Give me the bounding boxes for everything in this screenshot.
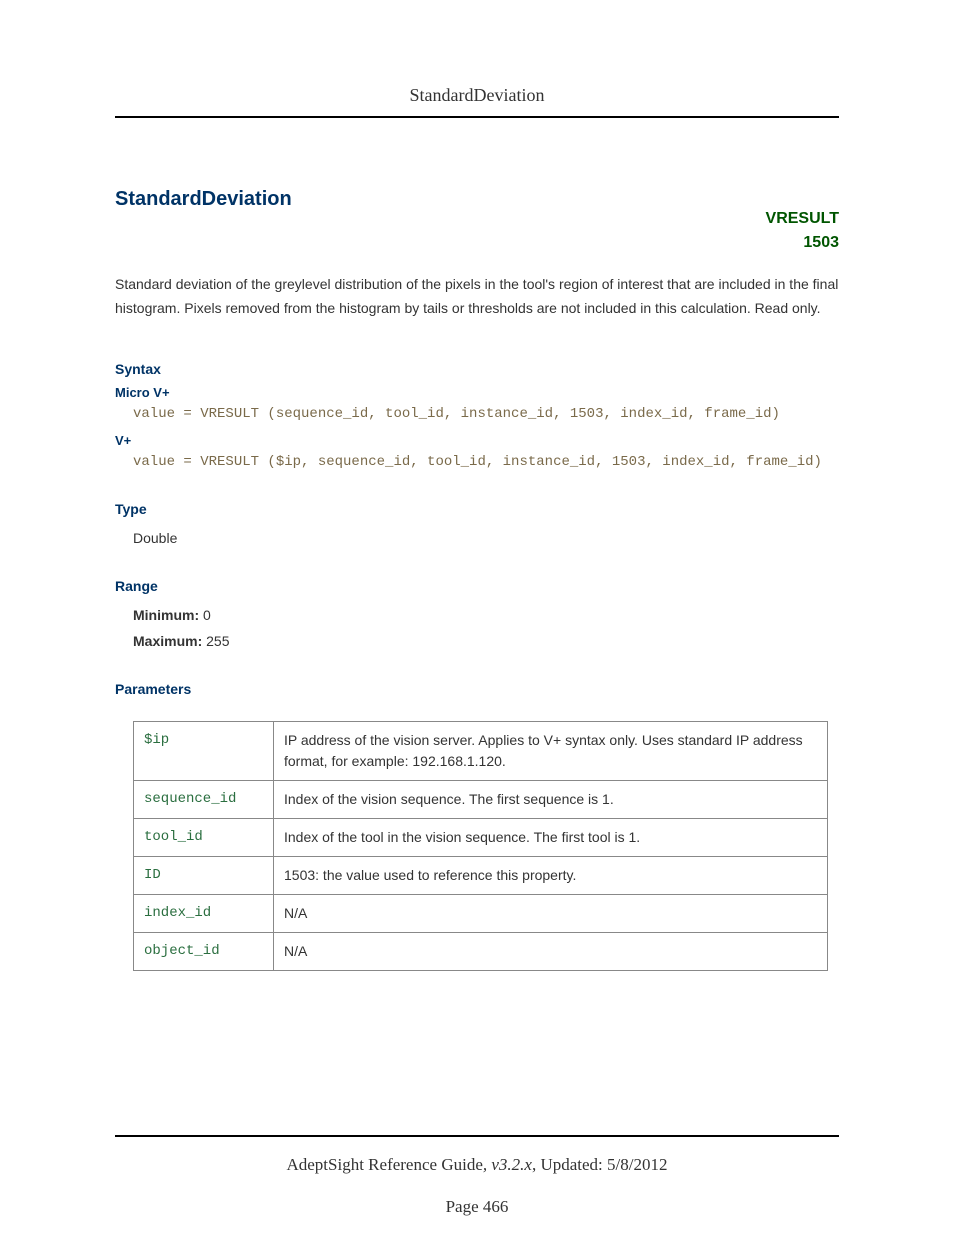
running-header: StandardDeviation	[115, 85, 839, 118]
param-desc: N/A	[274, 932, 828, 970]
param-name: index_id	[134, 894, 274, 932]
parameters-table: $ip IP address of the vision server. App…	[133, 721, 828, 971]
footer-updated: 5/8/2012	[607, 1155, 667, 1174]
param-desc: IP address of the vision server. Applies…	[274, 721, 828, 780]
footer-guide: AdeptSight Reference Guide	[286, 1155, 482, 1174]
result-badge: VRESULT 1503	[115, 207, 839, 255]
type-heading: Type	[115, 501, 839, 517]
micro-vplus-code: value = VRESULT (sequence_id, tool_id, i…	[133, 402, 839, 427]
table-row: sequence_id Index of the vision sequence…	[134, 780, 828, 818]
page-label: Page	[446, 1197, 479, 1216]
param-name: ID	[134, 856, 274, 894]
param-name: sequence_id	[134, 780, 274, 818]
range-heading: Range	[115, 578, 839, 594]
vplus-code: value = VRESULT ($ip, sequence_id, tool_…	[133, 450, 839, 475]
param-name: $ip	[134, 721, 274, 780]
micro-vplus-label: Micro V+	[115, 385, 839, 400]
description-text: Standard deviation of the greylevel dist…	[115, 273, 839, 321]
range-max: Maximum: 255	[133, 628, 839, 655]
type-value: Double	[133, 525, 839, 552]
badge-line2: 1503	[115, 231, 839, 255]
param-desc: Index of the vision sequence. The first …	[274, 780, 828, 818]
table-row: object_id N/A	[134, 932, 828, 970]
page-footer: AdeptSight Reference Guide, v3.2.x, Upda…	[115, 1135, 839, 1175]
range-min-label: Minimum:	[133, 607, 199, 623]
param-name: object_id	[134, 932, 274, 970]
table-row: ID 1503: the value used to reference thi…	[134, 856, 828, 894]
footer-version: v3.2.x	[491, 1155, 532, 1174]
param-name: tool_id	[134, 818, 274, 856]
range-min-value: 0	[203, 607, 211, 623]
param-desc: N/A	[274, 894, 828, 932]
range-max-label: Maximum:	[133, 633, 202, 649]
table-row: tool_id Index of the tool in the vision …	[134, 818, 828, 856]
parameters-heading: Parameters	[115, 681, 839, 697]
page-num: 466	[483, 1197, 509, 1216]
table-row: index_id N/A	[134, 894, 828, 932]
vplus-label: V+	[115, 433, 839, 448]
syntax-heading: Syntax	[115, 361, 839, 377]
param-desc: Index of the tool in the vision sequence…	[274, 818, 828, 856]
param-desc: 1503: the value used to reference this p…	[274, 856, 828, 894]
page-number: Page 466	[0, 1197, 954, 1217]
footer-updated-label: Updated:	[540, 1155, 602, 1174]
table-row: $ip IP address of the vision server. App…	[134, 721, 828, 780]
range-max-value: 255	[206, 633, 229, 649]
range-min: Minimum: 0	[133, 602, 839, 629]
